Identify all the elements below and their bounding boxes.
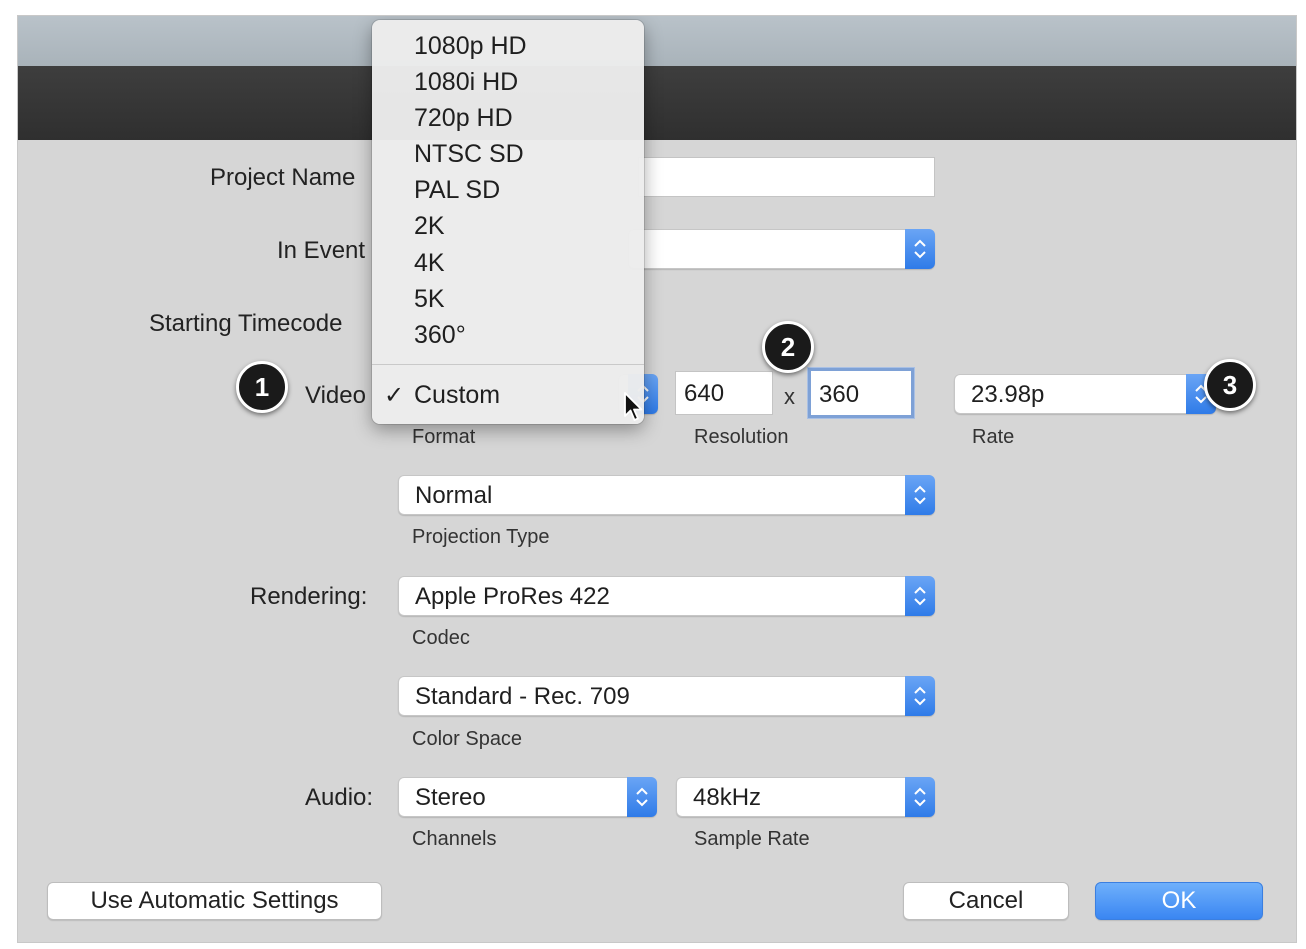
audio-label: Audio: <box>305 784 374 811</box>
project-name-field[interactable] <box>638 157 935 197</box>
project-name-label: Project Name <box>210 164 356 191</box>
menu-item-720p-hd[interactable]: 720p HD <box>414 104 513 133</box>
color-space-stepper-icon <box>905 676 935 716</box>
cancel-button[interactable]: Cancel <box>903 882 1069 920</box>
format-caption: Format <box>412 426 476 448</box>
dialog-title-bar <box>18 66 1296 140</box>
callout-badge-2: 2 <box>762 321 814 373</box>
menu-item-2k[interactable]: 2K <box>414 212 445 241</box>
resolution-separator: x <box>784 384 795 409</box>
projection-type-caption: Projection Type <box>412 526 550 548</box>
color-space-caption: Color Space <box>412 728 523 750</box>
resolution-height-field[interactable]: 360 <box>808 368 914 418</box>
callout-badge-1: 1 <box>236 361 288 413</box>
rate-value: 23.98p <box>971 381 1045 408</box>
menu-item-360[interactable]: 360° <box>414 321 466 350</box>
codec-popup[interactable]: Apple ProRes 422 <box>398 576 935 616</box>
in-event-popup[interactable] <box>628 229 935 269</box>
sample-rate-popup[interactable]: 48kHz <box>676 777 935 817</box>
format-dropdown-menu: 1080p HD 1080i HD 720p HD NTSC SD PAL SD… <box>372 20 644 424</box>
channels-popup[interactable]: Stereo <box>398 777 657 817</box>
callout-badge-3: 3 <box>1204 359 1256 411</box>
menu-item-1080p-hd[interactable]: 1080p HD <box>414 32 527 61</box>
sample-rate-value: 48kHz <box>693 784 762 811</box>
color-space-value: Standard - Rec. 709 <box>415 683 630 710</box>
menu-item-ntsc-sd[interactable]: NTSC SD <box>414 140 524 169</box>
menu-separator <box>372 364 644 365</box>
channels-caption: Channels <box>412 828 497 850</box>
projection-type-popup[interactable]: Normal <box>398 475 935 515</box>
ok-button[interactable]: OK <box>1095 882 1263 920</box>
in-event-stepper-icon <box>905 229 935 269</box>
projection-stepper-icon <box>905 475 935 515</box>
codec-caption: Codec <box>412 627 470 649</box>
color-space-popup[interactable]: Standard - Rec. 709 <box>398 676 935 716</box>
checkmark-icon: ✓ <box>384 382 405 409</box>
starting-timecode-label: Starting Timecode <box>149 310 343 337</box>
menu-item-1080i-hd[interactable]: 1080i HD <box>414 68 518 97</box>
in-event-label: In Event <box>277 237 366 264</box>
sample-rate-caption: Sample Rate <box>694 828 810 850</box>
resolution-caption: Resolution <box>694 426 789 448</box>
project-settings-dialog: Project Name In Event Starting Timecode … <box>17 15 1297 943</box>
menu-item-custom[interactable]: Custom <box>414 381 500 410</box>
codec-value: Apple ProRes 422 <box>415 583 610 610</box>
codec-stepper-icon <box>905 576 935 616</box>
menu-item-pal-sd[interactable]: PAL SD <box>414 176 500 205</box>
menu-item-4k[interactable]: 4K <box>414 249 445 278</box>
channels-stepper-icon <box>627 777 657 817</box>
sample-rate-stepper-icon <box>905 777 935 817</box>
mouse-pointer-icon <box>624 392 643 421</box>
projection-type-value: Normal <box>415 482 493 509</box>
rendering-label: Rendering: <box>250 583 368 610</box>
channels-value: Stereo <box>415 784 486 811</box>
menu-item-5k[interactable]: 5K <box>414 285 445 314</box>
video-label: Video <box>305 382 366 409</box>
use-automatic-settings-button[interactable]: Use Automatic Settings <box>47 882 382 920</box>
window-top-strip <box>18 16 1296 66</box>
rate-popup[interactable]: 23.98p <box>954 374 1216 414</box>
resolution-width-field[interactable]: 640 <box>675 371 773 415</box>
rate-caption: Rate <box>972 426 1015 448</box>
